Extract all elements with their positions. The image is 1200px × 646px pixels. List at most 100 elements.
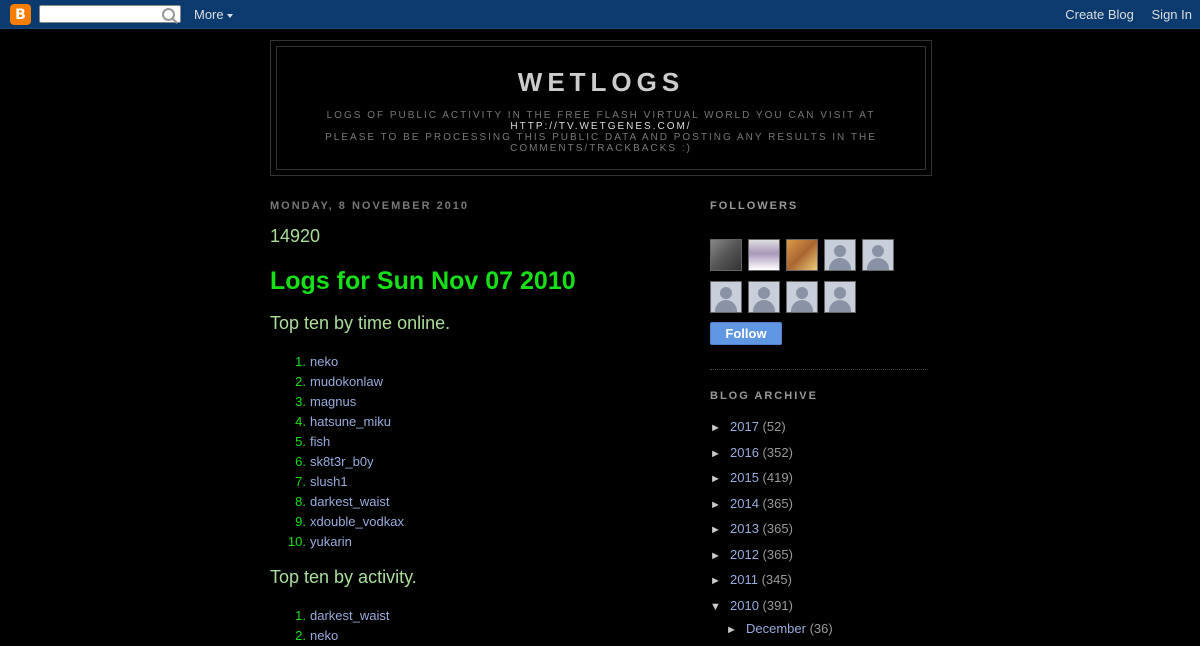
followers-title: FOLLOWERS [710,200,799,212]
expand-toggle-icon[interactable]: ► [710,442,730,468]
main-column: MONDAY, 8 NOVEMBER 2010 14920 Logs for S… [270,200,680,646]
blog-header: WETLOGS Logs of public activity in the f… [270,40,932,176]
follower-avatar[interactable] [786,281,818,313]
blog-description-line2: Please to be processing this public data… [325,132,877,154]
more-label: More [194,7,224,22]
sign-in-link[interactable]: Sign In [1152,7,1192,22]
follower-avatar[interactable] [824,239,856,271]
follower-avatar[interactable] [862,239,894,271]
expand-toggle-icon[interactable]: ► [710,518,730,544]
rank-number: 9. [295,514,306,529]
follower-avatar[interactable] [710,239,742,271]
rank-number: 4. [295,414,306,429]
user-link[interactable]: yukarin [310,532,352,552]
archive-item: ▼ 2010 (391) [710,593,930,619]
sidebar-divider [710,369,928,370]
expand-toggle-icon[interactable]: ► [710,493,730,519]
user-link[interactable]: sk8t3r_b0y [310,452,374,472]
expand-toggle-icon[interactable]: ► [710,569,730,595]
archive-count: (36) [809,621,833,636]
more-menu[interactable]: More [194,7,233,22]
archive-count: (52) [762,419,786,434]
search-icon[interactable] [162,8,175,21]
rank-number: 8. [295,494,306,509]
post-heading: Logs for Sun Nov 07 2010 [270,267,576,295]
list-item: 1. darkest_waist [270,606,680,626]
follow-button[interactable]: Follow [710,322,782,345]
list-item: 10. yukarin [270,532,680,552]
list-item: 7. slush1 [270,472,680,492]
blog-title[interactable]: WETLOGS [277,67,925,98]
blogger-navbar: B More Create Blog Sign In [0,0,1200,29]
rank-number: 1. [295,608,306,623]
user-link[interactable]: slush1 [310,472,348,492]
user-link[interactable]: neko [310,626,338,646]
archive-count: (365) [762,495,793,511]
rank-number: 5. [295,434,306,449]
post-date: MONDAY, 8 NOVEMBER 2010 [270,200,470,212]
followers-grid [710,239,910,323]
user-link[interactable]: mudokonlaw [310,372,383,392]
list-item: 6. sk8t3r_b0y [270,452,680,472]
follower-avatar[interactable] [824,281,856,313]
rank-number: 10. [287,534,306,549]
sidebar: FOLLOWERS Follow BLOG ARCHIVE ► 2017 (52)… [710,200,930,640]
expand-toggle-icon[interactable]: ► [710,544,730,570]
follower-avatar[interactable] [748,281,780,313]
archive-year-link[interactable]: 2015 [730,470,759,485]
user-link[interactable]: fish [310,432,330,452]
blog-archive-title: BLOG ARCHIVE [710,390,818,402]
follower-avatar[interactable] [786,239,818,271]
list-item: 2. neko [270,626,680,646]
list-item: 1. neko [270,352,680,372]
archive-item: ► 2013 (365) [710,516,930,542]
expand-toggle-icon[interactable]: ► [726,619,746,641]
list-item: 3. magnus [270,392,680,412]
blog-archive-list: ► 2017 (52) ► 2016 (352) ► 2015 (419) ► 2014… [710,414,930,640]
archive-year-link[interactable]: 2017 [730,419,759,434]
archive-year-link[interactable]: 2012 [730,547,759,562]
archive-item: ► 2015 (419) [710,465,930,491]
archive-count: (365) [762,521,793,536]
list-item: 2. mudokonlaw [270,372,680,392]
rank-number: 2. [295,374,306,389]
blogger-logo-icon[interactable]: B [10,4,31,25]
archive-year-link[interactable]: 2014 [730,496,759,511]
user-link[interactable]: neko [310,352,338,372]
expand-toggle-icon[interactable]: ► [710,416,730,442]
rank-number: 3. [295,394,306,409]
follower-avatar[interactable] [748,239,780,271]
archive-count: (391) [762,597,793,613]
blog-header-inner: WETLOGS Logs of public activity in the f… [276,46,926,170]
user-link[interactable]: magnus [310,392,356,412]
rank-number: 7. [295,474,306,489]
collapse-toggle-icon[interactable]: ▼ [710,595,730,621]
ranking-list-time-online: 1. neko 2. mudokonlaw 3. magnus 4. hatsune_m… [270,352,680,552]
user-link[interactable]: darkest_waist [310,492,389,512]
rank-number: 2. [295,628,306,643]
follower-avatar[interactable] [710,281,742,313]
user-link[interactable]: xdouble_vodkax [310,512,404,532]
search-input[interactable] [43,8,161,22]
archive-month-link[interactable]: December [746,621,806,636]
archive-year-link[interactable]: 2013 [730,521,759,536]
archive-year-link[interactable]: 2016 [730,445,759,460]
archive-item: ► 2011 (345) [710,567,930,593]
user-link[interactable]: darkest_waist [310,606,389,626]
post-title[interactable]: 14920 [270,226,680,247]
archive-month-item: ► December (36) [710,618,930,640]
blog-description-url[interactable]: http://tv.wetgenes.com/ [510,121,691,132]
user-link[interactable]: hatsune_miku [310,412,391,432]
navbar-right: Create Blog Sign In [1051,7,1192,22]
expand-toggle-icon[interactable]: ► [710,467,730,493]
archive-count: (345) [761,572,792,587]
archive-item: ► 2016 (352) [710,440,930,466]
create-blog-link[interactable]: Create Blog [1065,7,1134,22]
rank-number: 6. [295,454,306,469]
archive-year-link[interactable]: 2010 [730,598,759,613]
rank-number: 1. [295,354,306,369]
search-box [39,5,181,23]
archive-year-link[interactable]: 2011 [730,572,758,587]
ranking-list-activity: 1. darkest_waist 2. neko [270,606,680,646]
archive-item: ► 2014 (365) [710,491,930,517]
